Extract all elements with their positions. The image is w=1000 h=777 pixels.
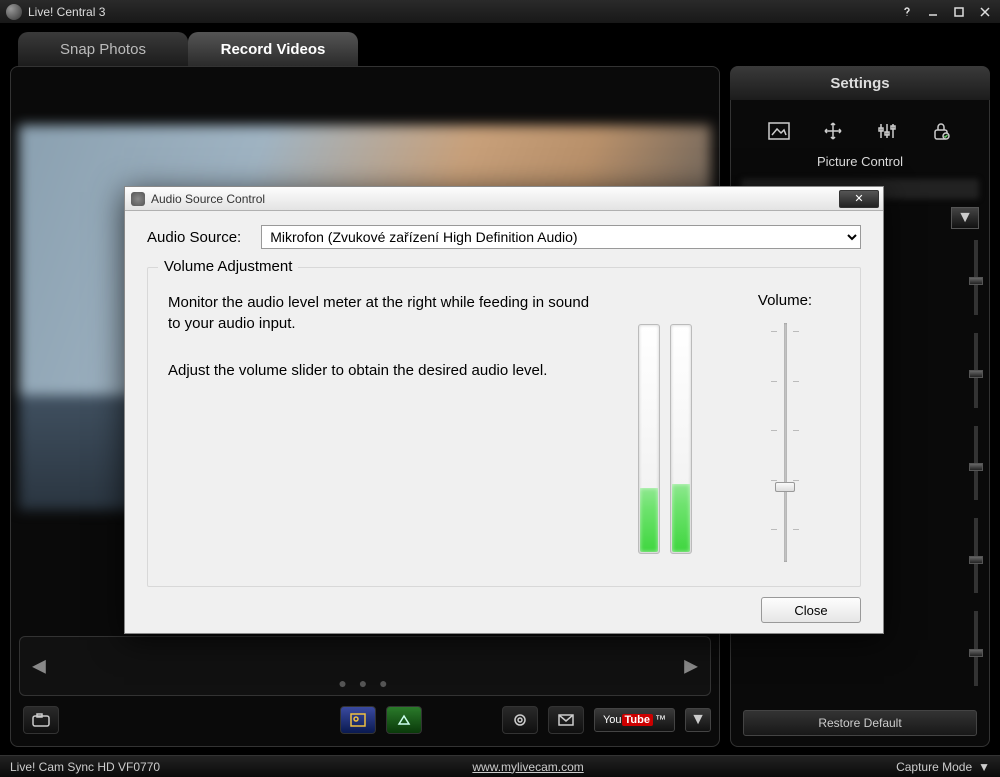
strip-pager: ● ● ● [338, 675, 391, 691]
camera-icon[interactable] [23, 706, 59, 734]
youtube-dropdown[interactable]: ▼ [685, 708, 711, 732]
settings-slider[interactable] [974, 333, 978, 408]
youtube-tm: ™ [655, 714, 666, 726]
picture-mode-icon[interactable] [766, 120, 792, 142]
gallery-button[interactable] [340, 706, 376, 734]
restore-default-button[interactable]: Restore Default [743, 710, 977, 736]
capture-mode-label: Capture Mode [896, 760, 972, 774]
move-icon[interactable] [820, 120, 846, 142]
mail-button[interactable] [548, 706, 584, 734]
website-link[interactable]: www.mylivecam.com [472, 760, 583, 774]
app-title: Live! Central 3 [28, 5, 105, 19]
settings-slider[interactable] [974, 426, 978, 501]
tab-snap-photos[interactable]: Snap Photos [18, 32, 188, 66]
help-button[interactable] [898, 5, 916, 19]
dialog-title: Audio Source Control [151, 192, 265, 206]
group-title: Volume Adjustment [158, 258, 298, 275]
close-button[interactable] [976, 5, 994, 19]
youtube-label-pre: You [603, 714, 622, 726]
device-name: Live! Cam Sync HD VF0770 [10, 760, 160, 774]
audio-source-dialog: Audio Source Control ✕ Audio Source: Mik… [124, 186, 884, 634]
dialog-close-footer-button[interactable]: Close [761, 597, 861, 623]
settings-slider[interactable] [974, 240, 978, 315]
dialog-close-button[interactable]: ✕ [839, 190, 879, 208]
app-logo [6, 4, 22, 20]
microphone-icon [131, 192, 145, 206]
level-meter-right [670, 324, 692, 554]
lock-icon[interactable] [928, 120, 954, 142]
setting-dropdown[interactable]: ▼ [951, 207, 979, 229]
audio-source-label: Audio Source: [147, 229, 241, 246]
settings-slider[interactable] [974, 611, 978, 686]
settings-sliders [969, 240, 983, 686]
strip-next-button[interactable]: ▶ [676, 652, 706, 681]
effects-button[interactable] [386, 706, 422, 734]
volume-control: Volume: [730, 286, 840, 566]
dialog-titlebar: Audio Source Control ✕ [125, 187, 883, 211]
level-meter-left [638, 324, 660, 554]
capture-mode-toggle[interactable]: Capture Mode ▼ [896, 760, 990, 774]
equalizer-icon[interactable] [874, 120, 900, 142]
youtube-button[interactable]: YouTube™ [594, 708, 675, 732]
level-meters [630, 286, 700, 566]
tab-row: Snap Photos Record Videos [18, 32, 990, 66]
bottom-toolbar: YouTube™ ▼ [19, 702, 711, 738]
volume-adjustment-group: Volume Adjustment Monitor the audio leve… [147, 267, 861, 587]
settings-header: Settings [730, 66, 990, 100]
tab-record-videos[interactable]: Record Videos [188, 32, 358, 66]
status-bar: Live! Cam Sync HD VF0770 www.mylivecam.c… [0, 755, 1000, 777]
chevron-down-icon: ▼ [978, 760, 990, 774]
title-bar: Live! Central 3 [0, 0, 1000, 24]
settings-slider[interactable] [974, 518, 978, 593]
strip-prev-button[interactable]: ◀ [24, 652, 54, 681]
maximize-button[interactable] [950, 5, 968, 19]
instruction-text: Monitor the audio level meter at the rig… [168, 286, 600, 566]
audio-source-select[interactable]: Mikrofon (Zvukové zařízení High Definiti… [261, 225, 861, 249]
picture-control-label: Picture Control [817, 154, 903, 169]
minimize-button[interactable] [924, 5, 942, 19]
volume-slider[interactable] [765, 319, 805, 566]
youtube-label-red: Tube [622, 714, 653, 726]
thumbnail-strip: ◀ ▶ ● ● ● [19, 636, 711, 696]
volume-label: Volume: [758, 292, 812, 309]
settings-gear-small[interactable] [502, 706, 538, 734]
